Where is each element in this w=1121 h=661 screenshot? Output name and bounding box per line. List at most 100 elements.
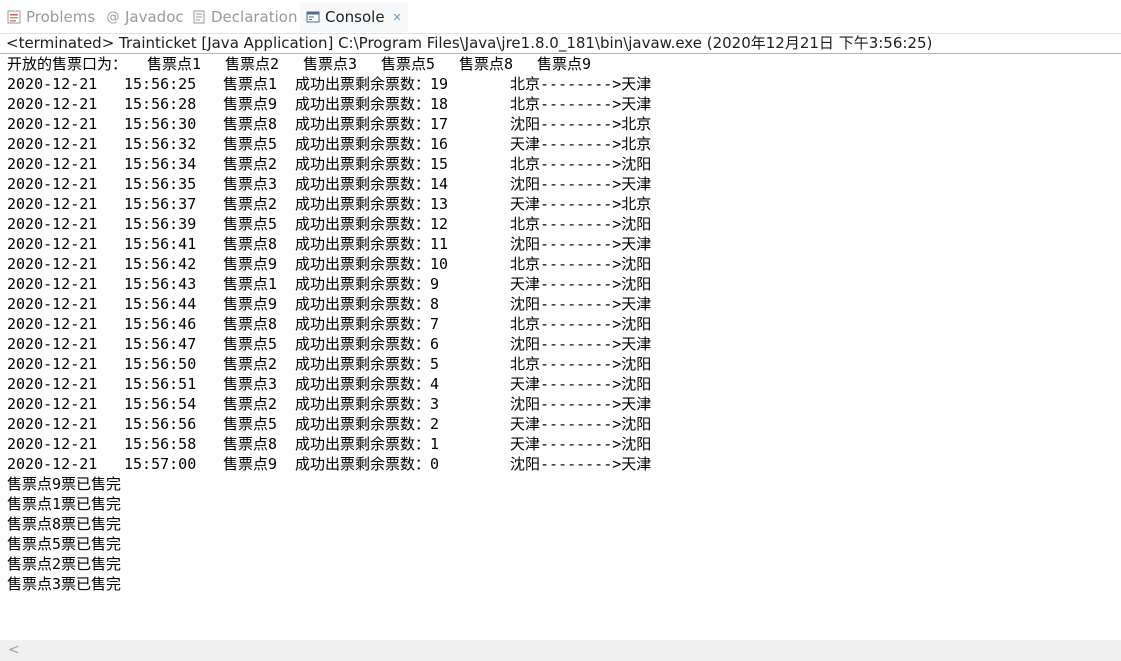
log-message: 成功出票剩余票数：15	[295, 155, 449, 173]
log-route: 沈阳-------->天津	[510, 455, 652, 473]
log-time: 15:56:25	[124, 75, 197, 93]
log-message: 成功出票剩余票数：0	[295, 455, 440, 473]
log-time: 15:56:44	[124, 295, 197, 313]
log-date: 2020-12-21	[7, 275, 98, 293]
log-date: 2020-12-21	[7, 435, 98, 453]
log-point: 售票点9	[223, 455, 278, 473]
console-status-line: <terminated> Trainticket [Java Applicati…	[6, 34, 933, 52]
log-time: 15:56:54	[124, 395, 197, 413]
tab-console[interactable]: Console ✕	[305, 5, 402, 29]
log-route: 天津-------->沈阳	[510, 415, 652, 433]
log-time: 15:56:43	[124, 275, 197, 293]
log-route: 北京-------->天津	[510, 75, 652, 93]
log-route: 天津-------->北京	[510, 195, 652, 213]
log-time: 15:56:56	[124, 415, 197, 433]
log-point: 售票点5	[223, 335, 278, 353]
header-point: 售票点9	[537, 55, 592, 73]
log-route: 北京-------->沈阳	[510, 215, 652, 233]
console-line: 2020-12-21 15:56:32 售票点5 成功出票剩余票数：16 天津-----…	[7, 134, 1117, 154]
log-message: 成功出票剩余票数：18	[295, 95, 449, 113]
soldout-line: 售票点8票已售完	[7, 514, 1117, 534]
console-header-line: 开放的售票口为： 售票点1 售票点2 售票点3 售票点5 售票点8 售票点9	[7, 54, 1117, 74]
log-message: 成功出票剩余票数：2	[295, 415, 440, 433]
log-date: 2020-12-21	[7, 75, 98, 93]
soldout-text: 售票点8票已售完	[7, 515, 122, 533]
log-date: 2020-12-21	[7, 175, 98, 193]
log-route: 天津-------->沈阳	[510, 435, 652, 453]
console-line: 2020-12-21 15:56:34 售票点2 成功出票剩余票数：15 北京-----…	[7, 154, 1117, 174]
log-time: 15:56:37	[124, 195, 197, 213]
log-message: 成功出票剩余票数：12	[295, 215, 449, 233]
console-line: 2020-12-21 15:56:37 售票点2 成功出票剩余票数：13 天津-----…	[7, 194, 1117, 214]
log-point: 售票点5	[223, 415, 278, 433]
tab-label: Declaration	[211, 8, 298, 26]
log-route: 北京-------->天津	[510, 95, 652, 113]
log-message: 成功出票剩余票数：13	[295, 195, 449, 213]
soldout-text: 售票点5票已售完	[7, 535, 122, 553]
log-message: 成功出票剩余票数：9	[295, 275, 440, 293]
log-date: 2020-12-21	[7, 135, 98, 153]
log-date: 2020-12-21	[7, 155, 98, 173]
javadoc-icon: @	[106, 9, 120, 25]
tab-label: Javadoc	[125, 8, 184, 26]
log-date: 2020-12-21	[7, 415, 98, 433]
header-point: 售票点8	[459, 55, 514, 73]
log-date: 2020-12-21	[7, 235, 98, 253]
log-message: 成功出票剩余票数：10	[295, 255, 449, 273]
log-message: 成功出票剩余票数：1	[295, 435, 440, 453]
console-line: 2020-12-21 15:56:47 售票点5 成功出票剩余票数：6 沈阳------…	[7, 334, 1117, 354]
log-route: 沈阳-------->天津	[510, 295, 652, 313]
soldout-text: 售票点2票已售完	[7, 555, 122, 573]
log-message: 成功出票剩余票数：7	[295, 315, 440, 333]
log-message: 成功出票剩余票数：17	[295, 115, 449, 133]
log-message: 成功出票剩余票数：19	[295, 75, 449, 93]
log-time: 15:56:47	[124, 335, 197, 353]
header-point: 售票点3	[303, 55, 358, 73]
log-time: 15:56:30	[124, 115, 197, 133]
close-icon[interactable]: ✕	[393, 11, 402, 24]
log-message: 成功出票剩余票数：16	[295, 135, 449, 153]
log-point: 售票点2	[223, 395, 278, 413]
console-line: 2020-12-21 15:56:44 售票点9 成功出票剩余票数：8 沈阳------…	[7, 294, 1117, 314]
console-line: 2020-12-21 15:56:46 售票点8 成功出票剩余票数：7 北京------…	[7, 314, 1117, 334]
header-point: 售票点1	[147, 55, 202, 73]
soldout-line: 售票点9票已售完	[7, 474, 1117, 494]
tab-declaration[interactable]: Declaration	[191, 5, 297, 29]
console-line: 2020-12-21 15:56:43 售票点1 成功出票剩余票数：9 天津------…	[7, 274, 1117, 294]
log-date: 2020-12-21	[7, 315, 98, 333]
log-point: 售票点2	[223, 355, 278, 373]
console-line: 2020-12-21 15:56:41 售票点8 成功出票剩余票数：11 沈阳-----…	[7, 234, 1117, 254]
log-route: 天津-------->北京	[510, 135, 652, 153]
console-line: 2020-12-21 15:56:25 售票点1 成功出票剩余票数：19 北京-----…	[7, 74, 1117, 94]
soldout-line: 售票点3票已售完	[7, 574, 1117, 594]
log-date: 2020-12-21	[7, 355, 98, 373]
console-line: 2020-12-21 15:56:56 售票点5 成功出票剩余票数：2 天津------…	[7, 414, 1117, 434]
log-point: 售票点1	[223, 275, 278, 293]
log-time: 15:56:35	[124, 175, 197, 193]
tab-javadoc[interactable]: @ Javadoc	[105, 5, 184, 29]
log-time: 15:56:51	[124, 375, 197, 393]
console-line: 2020-12-21 15:56:42 售票点9 成功出票剩余票数：10 北京-----…	[7, 254, 1117, 274]
console-line: 2020-12-21 15:56:35 售票点3 成功出票剩余票数：14 沈阳-----…	[7, 174, 1117, 194]
log-point: 售票点3	[223, 175, 278, 193]
log-point: 售票点8	[223, 435, 278, 453]
log-time: 15:56:32	[124, 135, 197, 153]
log-message: 成功出票剩余票数：14	[295, 175, 449, 193]
log-message: 成功出票剩余票数：3	[295, 395, 440, 413]
console-output[interactable]: 开放的售票口为： 售票点1 售票点2 售票点3 售票点5 售票点8 售票点9 2020-12-…	[7, 54, 1117, 594]
tab-problems[interactable]: Problems	[6, 5, 95, 29]
log-date: 2020-12-21	[7, 95, 98, 113]
log-time: 15:56:41	[124, 235, 197, 253]
console-line: 2020-12-21 15:56:50 售票点2 成功出票剩余票数：5 北京------…	[7, 354, 1117, 374]
soldout-line: 售票点2票已售完	[7, 554, 1117, 574]
console-line: 2020-12-21 15:56:28 售票点9 成功出票剩余票数：18 北京-----…	[7, 94, 1117, 114]
soldout-text: 售票点9票已售完	[7, 475, 122, 493]
scroll-left-icon[interactable]: <	[8, 642, 20, 658]
log-time: 15:56:58	[124, 435, 197, 453]
log-route: 天津-------->沈阳	[510, 375, 652, 393]
log-point: 售票点8	[223, 315, 278, 333]
horizontal-scrollbar[interactable]: <	[0, 640, 1121, 661]
log-route: 沈阳-------->天津	[510, 175, 652, 193]
log-route: 北京-------->沈阳	[510, 355, 652, 373]
log-date: 2020-12-21	[7, 395, 98, 413]
